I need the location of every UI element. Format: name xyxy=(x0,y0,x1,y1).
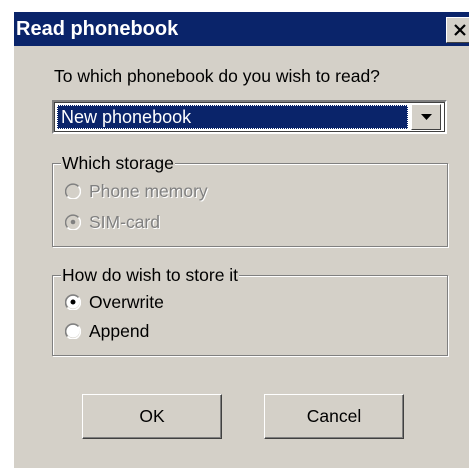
phonebook-select[interactable]: New phonebook xyxy=(52,100,447,134)
store-mode-group: How do wish to store it Overwrite Append xyxy=(52,263,448,356)
cancel-button[interactable]: Cancel xyxy=(264,394,404,439)
storage-group: Which storage Phone memory SIM-card xyxy=(52,151,448,247)
radio-icon xyxy=(65,183,81,199)
radio-selected-icon xyxy=(65,214,81,230)
chevron-down-icon xyxy=(421,114,432,120)
radio-append-label: Append xyxy=(89,321,150,341)
store-mode-group-legend: How do wish to store it xyxy=(61,263,240,287)
radio-icon xyxy=(65,323,81,339)
radio-phone-memory-label: Phone memory xyxy=(89,181,208,201)
title-bar[interactable]: Read phonebook xyxy=(14,12,469,46)
radio-sim-card-label: SIM-card xyxy=(89,212,160,232)
read-phonebook-dialog: Read phonebook To which phonebook do you… xyxy=(12,10,469,468)
phonebook-question-label: To which phonebook do you wish to read? xyxy=(54,66,380,86)
phonebook-dropdown-button[interactable] xyxy=(411,104,441,130)
close-icon xyxy=(454,24,466,36)
phonebook-select-value[interactable]: New phonebook xyxy=(57,105,408,129)
close-button[interactable] xyxy=(446,17,469,43)
radio-overwrite-label: Overwrite xyxy=(89,292,164,312)
radio-selected-icon xyxy=(65,294,81,310)
storage-group-legend: Which storage xyxy=(61,151,175,175)
dialog-title: Read phonebook xyxy=(16,18,179,40)
ok-button[interactable]: OK xyxy=(82,394,222,439)
